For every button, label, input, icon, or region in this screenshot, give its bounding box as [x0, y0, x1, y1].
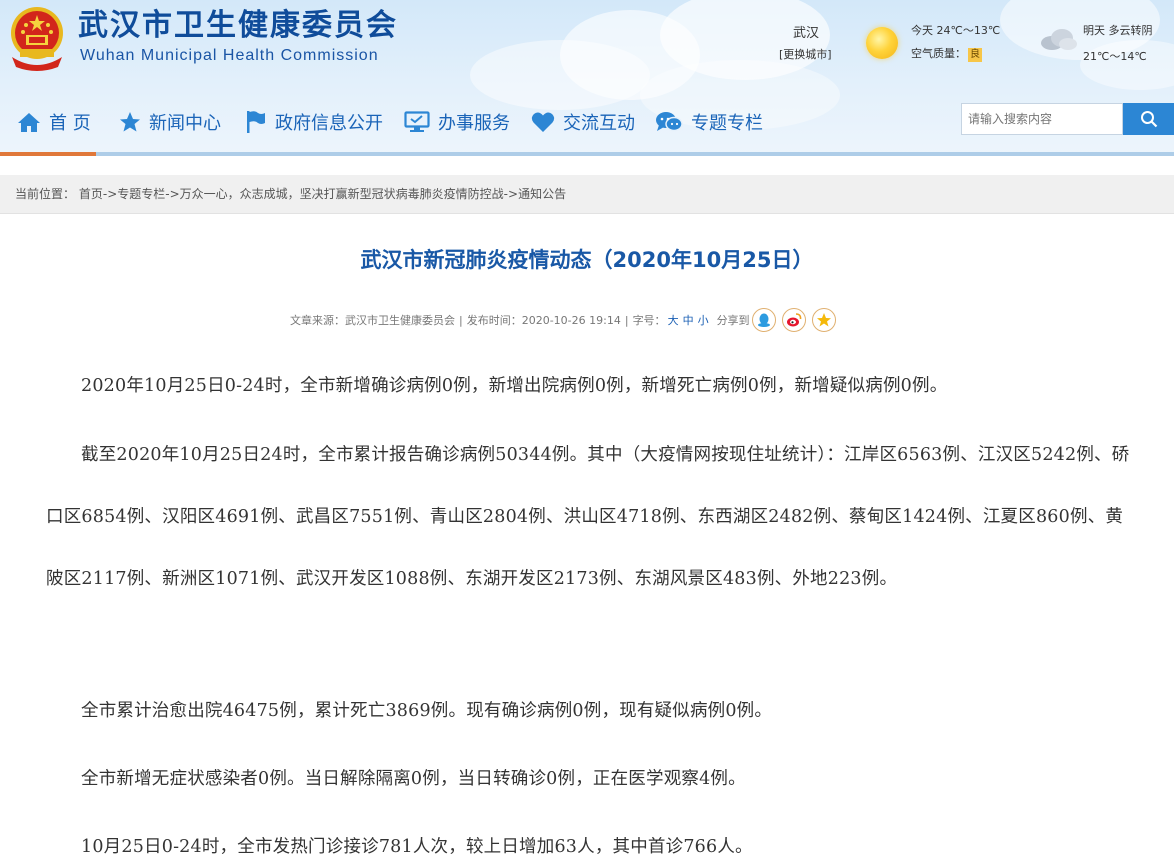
change-city-link[interactable]: [更换城市]	[779, 46, 832, 62]
article-source: 武汉市卫生健康委员会	[345, 314, 455, 327]
breadcrumb-item-notices[interactable]: 通知公告	[518, 187, 566, 201]
fontsize-label: 字号：	[632, 314, 666, 327]
qzone-icon[interactable]	[811, 308, 836, 332]
weather-city: 武汉	[793, 26, 820, 41]
site-subtitle: Wuhan Municipal Health Commission	[80, 47, 379, 64]
site-header: 武汉市卫生健康委员会 Wuhan Municipal Health Commis…	[0, 0, 1174, 156]
share-label: 分享到	[716, 314, 750, 327]
air-quality-label: 空气质量：	[911, 47, 966, 60]
nav-underline	[0, 152, 1174, 156]
nav-active-indicator	[0, 152, 96, 156]
breadcrumb: 当前位置： 首页->专题专栏->万众一心，众志成城，坚决打赢新型冠状病毒肺炎疫情…	[0, 175, 1174, 214]
meta-separator: |	[624, 313, 629, 327]
fontsize-medium-button[interactable]: 中	[683, 314, 694, 327]
air-quality: 空气质量：良	[911, 45, 982, 62]
search-icon	[1140, 111, 1157, 128]
nav-home-label: 首 页	[49, 113, 91, 134]
article-paragraph: 10月25日0-24时，全市发热门诊接诊781人次，较上日增加63人，其中首诊7…	[81, 837, 753, 857]
nav-news[interactable]: 新闻中心	[119, 106, 221, 138]
weibo-icon[interactable]	[781, 308, 806, 332]
fontsize-controls: 大中小	[666, 312, 711, 328]
nav-topics[interactable]: 专题专栏	[655, 106, 763, 138]
home-icon	[18, 113, 40, 132]
nav-gov-info[interactable]: 政府信息公开	[245, 106, 383, 138]
nav-gov-info-label: 政府信息公开	[275, 113, 383, 134]
breadcrumb-separator: ->	[102, 187, 118, 201]
breadcrumb-item-campaign[interactable]: 万众一心，众志成城，坚决打赢新型冠状病毒肺炎疫情防控战	[180, 187, 504, 201]
chat-icon	[656, 112, 683, 132]
cloudy-icon	[1041, 29, 1077, 50]
article-paragraph: 2020年10月25日0-24时，全市新增确诊病例0例，新增出院病例0例，新增死…	[81, 376, 948, 396]
star-icon	[120, 112, 140, 132]
article-meta: 文章来源： 武汉市卫生健康委员会 | 发布时间： 2020-10-26 19:1…	[290, 306, 836, 334]
breadcrumb-prefix: 当前位置：	[15, 187, 76, 201]
nav-services-label: 办事服务	[438, 113, 510, 134]
article-title: 武汉市新冠肺炎疫情动态（2020年10月25日）	[360, 248, 814, 272]
national-emblem-icon	[11, 7, 63, 71]
heart-icon	[531, 112, 555, 132]
article-paragraph: 截至2020年10月25日24时，全市累计报告确诊病例50344例。其中（大疫情…	[46, 445, 1130, 589]
nav-home[interactable]: 首 页	[17, 106, 91, 138]
qq-icon[interactable]	[751, 308, 776, 332]
nav-news-label: 新闻中心	[149, 113, 221, 134]
search-input[interactable]	[961, 103, 1123, 135]
meta-separator: |	[459, 313, 463, 327]
article-paragraph: 全市累计治愈出院46475例，累计死亡3869例。现有确诊病例0例，现有疑似病例…	[81, 701, 773, 721]
nav-interaction-label: 交流互动	[563, 113, 635, 134]
monitor-icon	[404, 111, 430, 132]
weather-tomorrow-temp: 21℃～14℃	[1083, 50, 1147, 63]
nav-interaction[interactable]: 交流互动	[531, 106, 635, 138]
fontsize-large-button[interactable]: 大	[668, 314, 679, 327]
weather-tomorrow: 明天 多云转阴	[1083, 24, 1153, 37]
source-label: 文章来源：	[290, 314, 345, 327]
nav-topics-label: 专题专栏	[691, 113, 763, 134]
flag-icon	[247, 111, 265, 133]
search-button[interactable]	[1123, 103, 1174, 135]
breadcrumb-item-home[interactable]: 首页	[79, 187, 103, 201]
sun-icon	[866, 27, 898, 59]
air-quality-badge: 良	[968, 48, 982, 62]
breadcrumb-item-topics[interactable]: 专题专栏	[117, 187, 165, 201]
site-title: 武汉市卫生健康委员会	[78, 8, 398, 43]
nav-services[interactable]: 办事服务	[404, 106, 510, 138]
article-date: 2020-10-26 19:14	[521, 313, 621, 327]
breadcrumb-separator: ->	[165, 187, 180, 201]
fontsize-small-button[interactable]: 小	[698, 314, 709, 327]
weather-today: 今天 24℃～13℃	[911, 24, 1001, 37]
article-paragraph: 全市新增无症状感染者0例。当日解除隔离0例，当日转确诊0例，正在医学观察4例。	[81, 769, 746, 789]
breadcrumb-separator: ->	[503, 187, 519, 201]
date-label: 发布时间：	[466, 314, 522, 327]
